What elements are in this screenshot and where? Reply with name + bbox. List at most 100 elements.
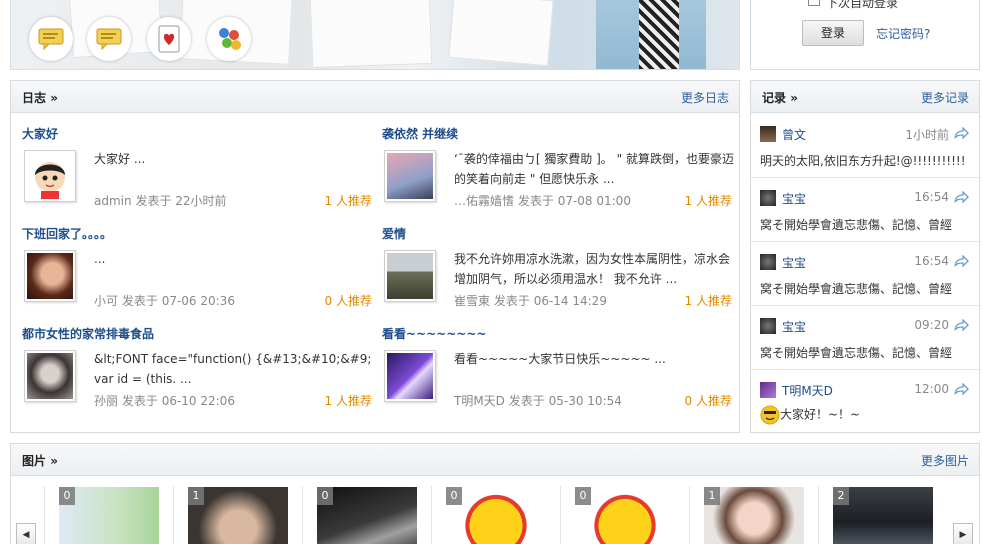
photo-item[interactable]: 0	[302, 486, 417, 544]
share-icon[interactable]	[954, 127, 969, 139]
photo-count-badge: 0	[317, 487, 333, 505]
share-icon[interactable]	[954, 255, 969, 267]
record-text: 窝そ開始學會遺忘悲傷、記憶、曾經	[760, 218, 953, 232]
blog-entry-summary: 大家好 ...	[94, 152, 146, 166]
friends-icon[interactable]	[207, 17, 251, 61]
record-text: 大家好！~！~	[760, 405, 975, 425]
record-time: 16:54	[914, 190, 949, 204]
blog-entry-meta: 小可 发表于 07-06 20:36	[94, 294, 235, 308]
banner-figure	[639, 0, 679, 69]
photos-panel-header: 图片 » 更多图片	[11, 444, 979, 476]
recommend-count[interactable]: 0 人推荐	[325, 292, 372, 309]
comment-icon[interactable]	[87, 17, 131, 61]
banner-decoration	[448, 0, 554, 67]
records-panel: 记录 » 更多记录 曾文 1小时前 明天的太阳,依旧东方升起!@!!!!!!!!…	[750, 80, 980, 433]
record-item: 宝宝 16:54 窝そ開始學會遺忘悲傷、記憶、曾經	[751, 178, 979, 242]
blog-entry-meta: 孙丽 发表于 06-10 22:06	[94, 394, 235, 408]
record-user-name[interactable]: T明M天D	[782, 382, 833, 399]
avatar[interactable]	[760, 318, 776, 334]
recommend-count[interactable]: 0 人推荐	[685, 392, 732, 409]
photo-thumbnail-image	[387, 253, 433, 299]
blog-entry: 都市女性的家常排毒食品 &lt;FONT face="function() {&…	[22, 325, 372, 423]
blog-panel-header: 日志 » 更多日志	[11, 81, 739, 113]
blog-panel-title[interactable]: 日志 »	[22, 89, 58, 106]
blog-entry-thumbnail[interactable]	[384, 150, 436, 202]
more-photos-link[interactable]: 更多图片	[921, 452, 969, 469]
author-name: …佑霧嫱愭	[454, 194, 515, 208]
blog-entry-title[interactable]: 都市女性的家常排毒食品	[22, 325, 154, 342]
forgot-password-link[interactable]: 忘记密码?	[876, 25, 930, 42]
record-item: 曾文 1小时前 明天的太阳,依旧东方升起!@!!!!!!!!!!!	[751, 114, 979, 178]
photo-count-badge: 0	[575, 487, 591, 505]
record-user-name[interactable]: 宝宝	[782, 190, 806, 207]
recommend-count[interactable]: 1 人推荐	[685, 192, 732, 209]
blog-entry-thumbnail[interactable]	[24, 350, 76, 402]
post-time: 07-06 20:36	[161, 294, 235, 308]
photo-item[interactable]: 1	[689, 486, 804, 544]
photo-thumbnail-image	[27, 253, 73, 299]
scroll-right-button[interactable]: ▶	[953, 523, 973, 544]
double-chevron-icon: »	[50, 454, 58, 468]
record-user-name[interactable]: 宝宝	[782, 318, 806, 335]
blog-panel: 日志 » 更多日志 大家好 大家好 ... admin 发表于 22小时前 1 …	[10, 80, 740, 433]
share-icon[interactable]	[954, 319, 969, 331]
photo-item[interactable]: 2	[818, 486, 933, 544]
photo-count-badge: 1	[704, 487, 720, 505]
photos-panel-title[interactable]: 图片 »	[22, 452, 58, 469]
cartoon-avatar-icon	[27, 153, 73, 199]
blog-entry-thumbnail[interactable]	[24, 250, 76, 302]
blog-entry-thumbnail[interactable]	[24, 150, 76, 202]
post-time: 22小时前	[175, 194, 227, 208]
photo-count-badge: 2	[833, 487, 849, 505]
record-user-name[interactable]: 曾文	[782, 126, 806, 143]
card-icon[interactable]	[147, 17, 191, 61]
avatar[interactable]	[760, 254, 776, 270]
smiley-icon	[760, 405, 780, 425]
blog-entry-title[interactable]: 下班回家了。。。。	[22, 225, 112, 242]
photo-thumbnail-image	[27, 353, 73, 399]
autologin-checkbox[interactable]	[808, 0, 820, 6]
more-records-link[interactable]: 更多记录	[921, 89, 969, 106]
recommend-count[interactable]: 1 人推荐	[685, 292, 732, 309]
login-button[interactable]: 登录	[802, 20, 864, 46]
record-item: 宝宝 09:20 窝そ開始學會遺忘悲傷、記憶、曾經	[751, 306, 979, 370]
avatar[interactable]	[760, 126, 776, 142]
record-time: 1小时前	[905, 128, 949, 142]
records-panel-header: 记录 » 更多记录	[751, 81, 979, 113]
blog-entry-thumbnail[interactable]	[384, 250, 436, 302]
blog-entry-thumbnail[interactable]	[384, 350, 436, 402]
photo-count-badge: 0	[59, 487, 75, 505]
login-box: 下次自动登录 登录 忘记密码?	[750, 0, 980, 70]
post-time: 07-08 01:00	[557, 194, 631, 208]
autologin-label: 下次自动登录	[826, 0, 899, 10]
photo-item[interactable]: 0	[560, 486, 675, 544]
blog-entry: 看看~~~~~~~~ 看看~~~~~大家节日快乐~~~~~ ... T明M天D …	[382, 325, 732, 423]
blog-entry-title[interactable]: 袭依然 并继续	[382, 125, 458, 142]
record-time: 12:00	[914, 382, 949, 396]
avatar[interactable]	[760, 190, 776, 206]
blog-entry-meta: 崔雪東 发表于 06-14 14:29	[454, 294, 607, 308]
recommend-count[interactable]: 1 人推荐	[325, 392, 372, 409]
more-blog-link[interactable]: 更多日志	[681, 89, 729, 106]
blog-entry: 袭依然 并继续 ‘¯袭的倖福由ㄅ[ 獨家費助 ]。 " 就算跌倒，也要豪迈的笑着…	[382, 125, 734, 223]
records-panel-title[interactable]: 记录 »	[762, 89, 798, 106]
record-item: T明M天D 12:00 大家好！~！~	[751, 370, 979, 434]
record-time: 16:54	[914, 254, 949, 268]
share-icon[interactable]	[954, 383, 969, 395]
blog-entry-title[interactable]: 爱情	[382, 225, 406, 242]
photo-thumbnail-image	[387, 353, 433, 399]
photo-item[interactable]: 0	[431, 486, 546, 544]
photo-item[interactable]: 1	[173, 486, 288, 544]
scroll-left-button[interactable]: ◀	[16, 523, 36, 544]
blog-entry-summary: ‘¯袭的倖福由ㄅ[ 獨家費助 ]。 " 就算跌倒，也要豪迈的笑着向前走 " 但愿…	[454, 152, 734, 186]
recommend-count[interactable]: 1 人推荐	[325, 192, 372, 209]
avatar[interactable]	[760, 382, 776, 398]
message-icon[interactable]	[29, 17, 73, 61]
photo-item[interactable]: 0	[44, 486, 159, 544]
record-user-name[interactable]: 宝宝	[782, 254, 806, 271]
blog-entry-title[interactable]: 大家好	[22, 125, 58, 142]
blog-entry-summary: 我不允许妳用凉水洗漱，因为女性本属阴性，凉水会增加阴气，所以必须用温水！ 我不允…	[454, 252, 731, 286]
blog-entry-title[interactable]: 看看~~~~~~~~	[382, 325, 486, 342]
share-icon[interactable]	[954, 191, 969, 203]
double-chevron-icon: »	[50, 91, 58, 105]
